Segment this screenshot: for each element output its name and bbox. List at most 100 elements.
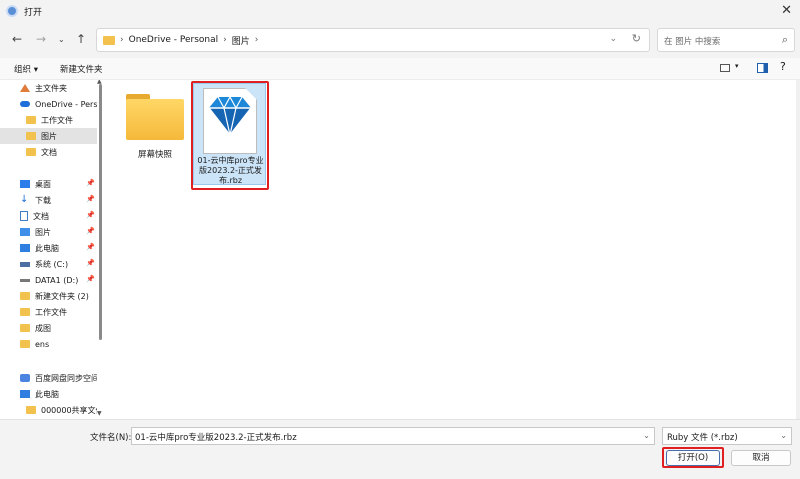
pin-icon: 📌 — [86, 243, 95, 251]
chevron-down-icon[interactable]: ⌄ — [643, 431, 650, 440]
organize-button[interactable]: 组织 ▾ — [14, 63, 38, 75]
pin-icon: 📌 — [86, 195, 95, 203]
pin-icon: 📌 — [86, 211, 95, 219]
computer-icon — [20, 244, 30, 252]
command-bar: 组织 ▾ 新建文件夹 ▾ ? — [0, 58, 800, 80]
desktop-icon — [20, 180, 30, 188]
system-drive-icon — [20, 261, 30, 267]
folder-icon — [126, 94, 184, 140]
filename-input[interactable]: 01-云中库pro专业版2023.2-正式发布.rbz ⌄ — [131, 427, 655, 445]
forward-arrow-icon[interactable]: → — [36, 32, 46, 46]
sidebar-item-desktop[interactable]: 桌面 📌 — [0, 176, 97, 192]
sidebar-item-label: DATA1 (D:) — [35, 275, 79, 285]
sidebar-item-label: 主文件夹 — [35, 83, 67, 93]
breadcrumb-separator-icon[interactable]: › — [255, 35, 259, 45]
pin-icon: 📌 — [86, 259, 95, 267]
sidebar-item-work-files[interactable]: 工作文件 — [0, 112, 97, 128]
up-arrow-icon[interactable]: ↑ — [76, 32, 86, 46]
sidebar-item-data1-d[interactable]: DATA1 (D:) 📌 — [0, 272, 97, 288]
sidebar-item-work-files-2[interactable]: 工作文件 — [0, 304, 97, 320]
sidebar-item-label: 此电脑 — [35, 389, 59, 399]
close-icon[interactable]: ✕ — [781, 3, 792, 18]
sidebar-item-label: 工作文件 — [35, 307, 67, 317]
pin-icon: 📌 — [86, 179, 95, 187]
search-input[interactable]: 在 图片 中搜索 ⌕ — [657, 28, 795, 52]
download-icon: ↓ — [20, 194, 29, 205]
app-icon — [6, 5, 18, 17]
pin-icon: 📌 — [86, 227, 95, 235]
sidebar-item-home[interactable]: 主文件夹 — [0, 80, 97, 96]
navigation-pane: ▲ 主文件夹 OneDrive - Pers 工作文件 图片 文档 桌面 📌 ↓… — [0, 80, 102, 419]
folder-icon — [20, 292, 30, 300]
new-folder-button[interactable]: 新建文件夹 — [60, 63, 103, 75]
sidebar-item-chengtu[interactable]: 成图 — [0, 320, 97, 336]
document-icon — [20, 211, 28, 221]
chevron-down-icon[interactable]: ⌄ — [780, 431, 787, 440]
sidebar-item-documents-pinned[interactable]: 文档 📌 — [0, 208, 97, 224]
sidebar-item-system-c[interactable]: 系统 (C:) 📌 — [0, 256, 97, 272]
folder-icon — [26, 148, 36, 156]
refresh-icon[interactable]: ↻ — [632, 32, 641, 45]
sidebar-item-label: 此电脑 — [35, 243, 59, 253]
sidebar-item-label: 新建文件夹 (2) — [35, 291, 89, 301]
folder-icon — [20, 308, 30, 316]
help-icon[interactable]: ? — [780, 60, 786, 73]
sidebar-item-label: 百度网盘同步空间 — [35, 373, 97, 383]
sidebar-item-label: 文档 — [33, 211, 49, 221]
sidebar-item-this-pc[interactable]: 此电脑 📌 — [0, 240, 97, 256]
sidebar-item-new-folder-2[interactable]: 新建文件夹 (2) — [0, 288, 97, 304]
content-scrollbar[interactable] — [796, 80, 800, 419]
address-bar[interactable]: › OneDrive - Personal › 图片 › ⌄ ↻ — [96, 28, 650, 52]
folder-icon — [26, 116, 36, 124]
pin-icon: 📌 — [86, 275, 95, 283]
sidebar-item-label: 桌面 — [35, 179, 51, 189]
breadcrumb-pictures[interactable]: 图片 — [232, 34, 250, 47]
sidebar-item-label: 下载 — [35, 195, 51, 205]
sidebar-item-pictures-pinned[interactable]: 图片 📌 — [0, 224, 97, 240]
folder-icon — [103, 35, 115, 45]
back-arrow-icon[interactable]: ← — [12, 32, 22, 46]
sidebar-item-downloads[interactable]: ↓ 下载 📌 — [0, 192, 97, 208]
address-dropdown-icon[interactable]: ⌄ — [609, 34, 617, 44]
sidebar-scrollbar[interactable] — [99, 84, 102, 340]
breadcrumb-separator-icon[interactable]: › — [223, 35, 227, 45]
folder-icon — [26, 406, 36, 414]
file-highlight-box — [191, 81, 269, 190]
sidebar-item-label: 系统 (C:) — [35, 259, 69, 269]
breadcrumb-onedrive[interactable]: OneDrive - Personal — [129, 35, 219, 45]
filetype-select[interactable]: Ruby 文件 (*.rbz) ⌄ — [662, 427, 792, 445]
search-placeholder: 在 图片 中搜索 — [664, 37, 721, 47]
scroll-down-arrow-icon[interactable]: ▼ — [97, 410, 102, 417]
sidebar-item-onedrive[interactable]: OneDrive - Pers — [0, 96, 97, 112]
folder-icon — [20, 340, 30, 348]
sidebar-item-label: 000000共享文件 — [41, 405, 97, 415]
folder-name: 屏幕快照 — [137, 150, 172, 160]
folder-tile-screenshots[interactable]: 屏幕快照 — [108, 80, 202, 180]
sidebar-item-label: 文档 — [41, 147, 57, 157]
sidebar-item-label: 成图 — [35, 323, 51, 333]
sidebar-item-baidu-sync[interactable]: 百度网盘同步空间 — [0, 370, 97, 386]
view-options-icon[interactable] — [720, 64, 730, 72]
sidebar-item-pictures[interactable]: 图片 — [0, 128, 97, 144]
folder-icon — [20, 324, 30, 332]
breadcrumb-separator-icon[interactable]: › — [120, 35, 124, 45]
file-list: 屏幕快照 01-云中库pro专业版2023.2-正式发布.rbz — [108, 80, 800, 419]
folder-icon — [26, 132, 36, 140]
preview-pane-icon[interactable] — [757, 63, 768, 73]
sidebar-item-label: OneDrive - Pers — [35, 99, 97, 109]
cancel-button[interactable]: 取消 — [731, 450, 791, 466]
sidebar-item-label: ens — [35, 339, 50, 349]
drive-icon — [20, 278, 30, 282]
sidebar-item-documents[interactable]: 文档 — [0, 144, 97, 160]
view-dropdown-icon[interactable]: ▾ — [735, 62, 739, 70]
cloud-icon — [20, 101, 30, 107]
sidebar-item-shared-folder[interactable]: 000000共享文件 — [0, 402, 97, 418]
home-icon — [20, 84, 30, 92]
search-icon[interactable]: ⌕ — [782, 33, 788, 47]
recent-locations-chevron-icon[interactable]: ⌄ — [58, 35, 65, 44]
window-title: 打开 — [24, 7, 43, 18]
navigation-bar: ← → ⌄ ↑ › OneDrive - Personal › 图片 › ⌄ ↻… — [0, 22, 800, 58]
sidebar-item-ens[interactable]: ens — [0, 336, 97, 352]
computer-icon — [20, 390, 30, 398]
sidebar-item-this-pc-2[interactable]: 此电脑 — [0, 386, 97, 402]
